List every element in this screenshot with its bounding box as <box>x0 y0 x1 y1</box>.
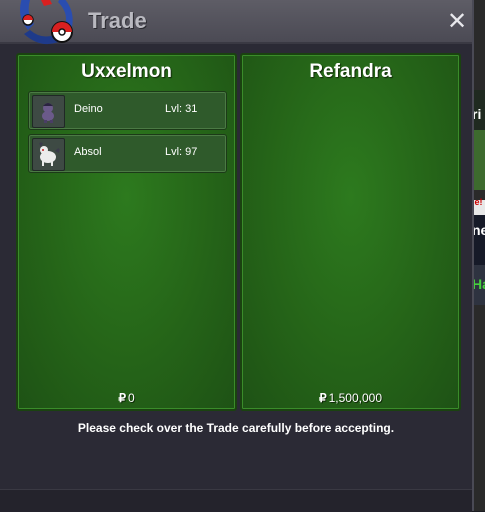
pokemon-slot-absol[interactable]: Absol Lvl: 97 <box>28 134 227 173</box>
title-bar[interactable]: Trade ✕ <box>0 0 472 45</box>
money-offer: ₽0 <box>18 391 235 405</box>
pokemon-slot-deino[interactable]: Deino Lvl: 31 <box>28 91 227 130</box>
pokemon-name: Absol <box>74 146 102 158</box>
absol-sprite-icon <box>32 138 65 171</box>
pokemon-name: Deino <box>74 103 103 115</box>
trade-panel-self: Uxxelmon Deino Lvl: 31 Absol Lvl: 97 ₽ 0 <box>16 53 237 411</box>
trade-notice: Please check over the Trade carefully be… <box>77 421 395 435</box>
pokemon-level: Lvl: 31 <box>165 103 198 115</box>
currency-icon: ₽ <box>118 391 126 405</box>
window-title: Trade <box>88 8 147 33</box>
money-amount: 1,500,000 <box>328 391 383 405</box>
pokeball-logo-icon <box>20 0 73 45</box>
money-offer: ₽1,500,000 <box>242 391 459 405</box>
currency-icon: ₽ <box>318 391 327 405</box>
trade-panel-partner: Refandra ₽1,500,000 <box>240 53 461 411</box>
money-amount: 0 <box>127 391 135 405</box>
close-button[interactable]: ✕ <box>444 8 470 34</box>
partner-name: Refandra <box>309 61 392 82</box>
player-name: Uxxelmon <box>81 61 172 82</box>
pokemon-level: Lvl: 97 <box>165 146 198 158</box>
deino-sprite-icon <box>32 95 65 128</box>
trade-window: Trade ✕ Uxxelmon Deino Lvl: 31 Absol Lvl… <box>0 0 474 512</box>
window-footer <box>0 489 472 512</box>
